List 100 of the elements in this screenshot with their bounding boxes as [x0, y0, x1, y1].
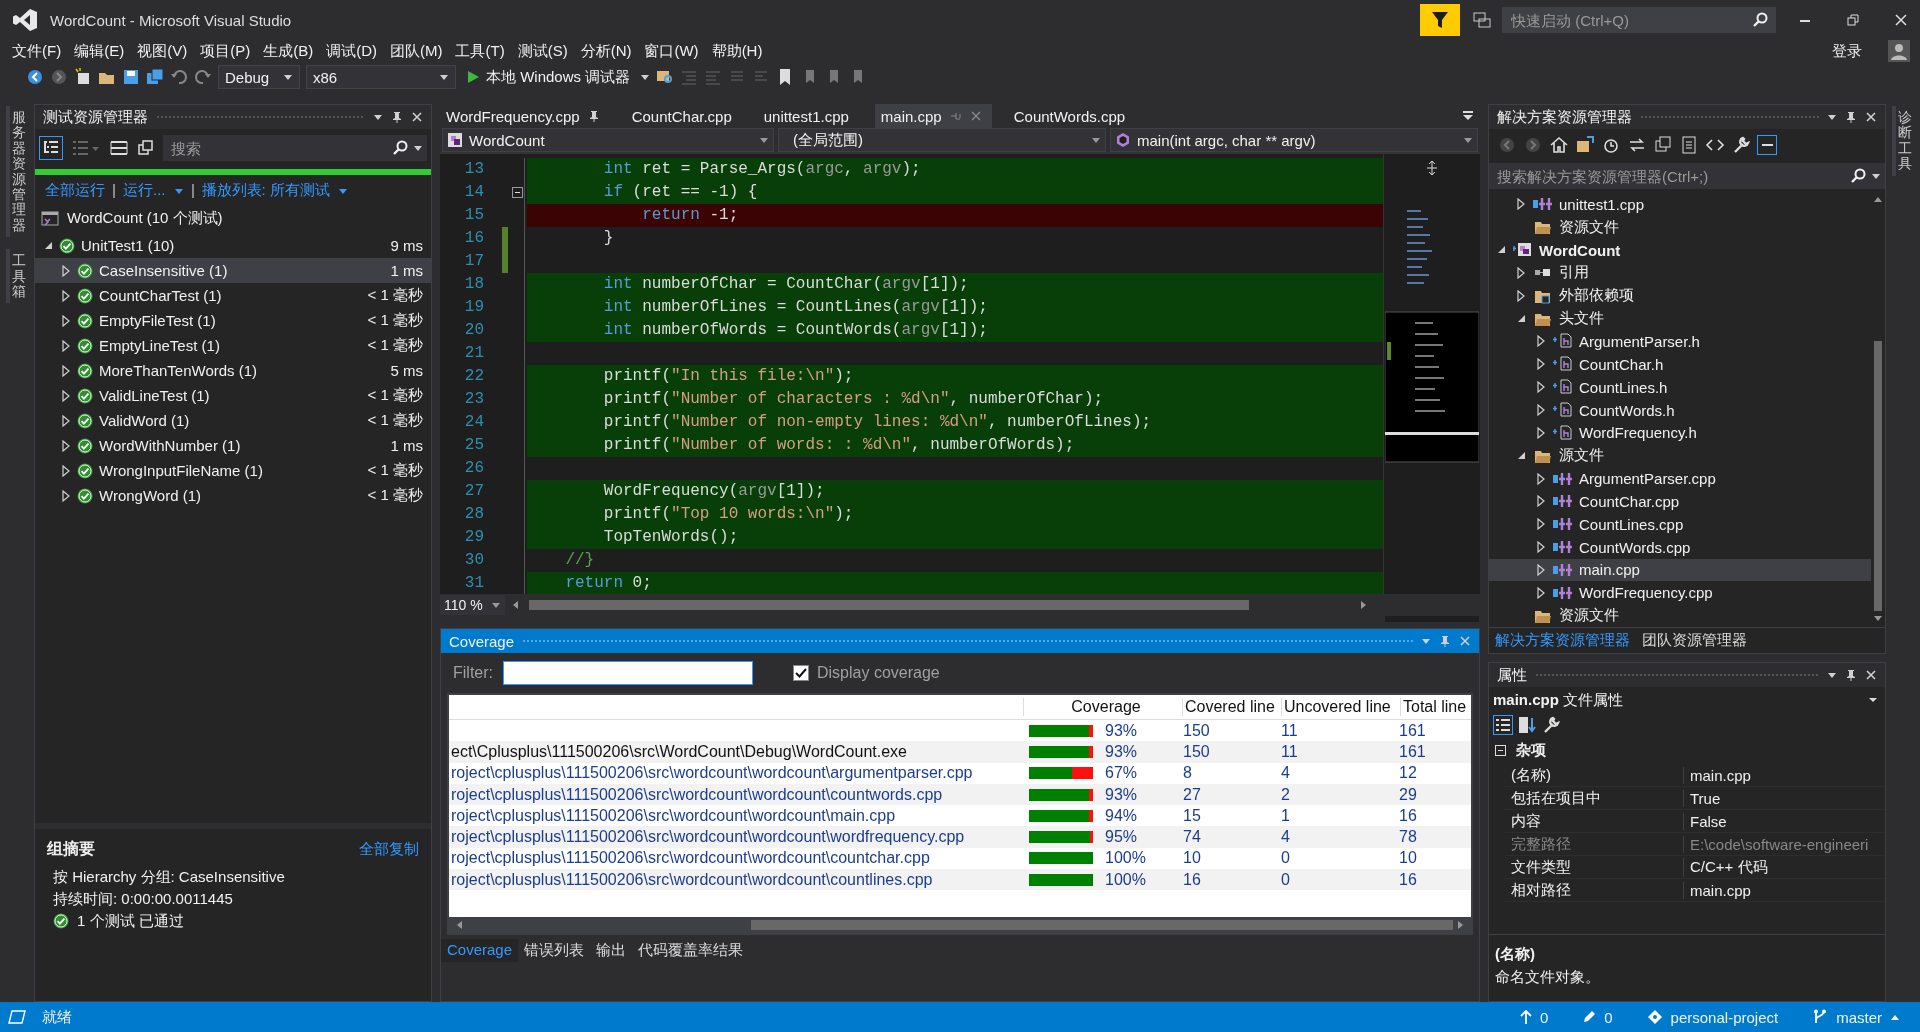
- restore-icon[interactable]: [1846, 13, 1860, 27]
- tree-item[interactable]: main.cpp: [1489, 558, 1871, 582]
- sign-in-link[interactable]: 登录: [1832, 41, 1862, 61]
- tree-item[interactable]: 引用: [1489, 261, 1871, 285]
- tree-item[interactable]: 源文件: [1489, 444, 1871, 468]
- dropdown-icon[interactable]: [373, 112, 383, 122]
- group-by-icon[interactable]: [71, 138, 101, 158]
- collapsed-arrow-icon[interactable]: [61, 389, 71, 402]
- alphabetical-icon[interactable]: [1517, 715, 1537, 735]
- collapsed-arrow-icon[interactable]: [1536, 358, 1546, 371]
- hierarchy-view-icon[interactable]: [39, 136, 63, 160]
- run-link[interactable]: 播放列表: 所有测试: [201, 181, 330, 200]
- redo-icon[interactable]: [194, 68, 212, 86]
- collapsed-arrow-icon[interactable]: [1516, 266, 1526, 279]
- tree-item[interactable]: CountChar.h: [1489, 352, 1871, 376]
- test-row[interactable]: UnitTest1 (10) 9 ms: [35, 233, 431, 258]
- tab-list-icon[interactable]: [1462, 110, 1474, 122]
- split-icon[interactable]: [1424, 160, 1440, 176]
- run-link[interactable]: 全部运行: [45, 181, 105, 200]
- quick-launch-field[interactable]: 快速启动 (Ctrl+Q): [1502, 7, 1776, 33]
- collapsed-arrow-icon[interactable]: [61, 489, 71, 502]
- scroll-up-icon[interactable]: [1873, 195, 1883, 203]
- new-project-icon[interactable]: [74, 68, 92, 86]
- property-value[interactable]: True: [1683, 789, 1885, 807]
- filter-icon[interactable]: [1420, 4, 1460, 36]
- collapsed-arrow-icon[interactable]: [61, 414, 71, 427]
- tree-item[interactable]: CountLines.cpp: [1489, 512, 1871, 536]
- branch-button[interactable]: master: [1812, 1008, 1900, 1026]
- menu-item[interactable]: 团队(M): [384, 41, 450, 61]
- tree-item[interactable]: CountChar.cpp: [1489, 489, 1871, 513]
- test-row[interactable]: WrongWord (1) < 1 毫秒: [35, 483, 431, 508]
- close-icon[interactable]: [1865, 111, 1877, 123]
- test-row[interactable]: CountCharTest (1) < 1 毫秒: [35, 283, 431, 308]
- menu-item[interactable]: 窗口(W): [638, 41, 706, 61]
- tree-item[interactable]: 资源文件: [1489, 215, 1871, 239]
- side-tab[interactable]: 服务器资源管理器: [6, 106, 28, 238]
- tree-item[interactable]: CountWords.cpp: [1489, 535, 1871, 559]
- categorized-icon[interactable]: [1493, 715, 1513, 735]
- home-icon[interactable]: [1549, 135, 1569, 155]
- side-tab[interactable]: 工具箱: [6, 249, 28, 304]
- tree-item[interactable]: ArgumentParser.cpp: [1489, 467, 1871, 490]
- scroll-right-icon[interactable]: [1457, 920, 1465, 930]
- search-icon[interactable]: [1753, 12, 1769, 28]
- property-value[interactable]: C/C++ 代码: [1683, 857, 1885, 877]
- menu-item[interactable]: 编辑(E): [68, 41, 132, 61]
- configuration-dropdown[interactable]: Debug: [218, 65, 300, 89]
- navigation-dropdown[interactable]: WordCount: [442, 128, 774, 152]
- collapsed-arrow-icon[interactable]: [1536, 335, 1546, 348]
- save-icon[interactable]: [122, 68, 140, 86]
- search-field[interactable]: 搜索解决方案资源管理器(Ctrl+;): [1489, 163, 1885, 189]
- menu-item[interactable]: 文件(F): [6, 41, 69, 61]
- collapsed-arrow-icon[interactable]: [61, 289, 71, 302]
- run-link[interactable]: 运行...: [123, 181, 166, 200]
- tree-item[interactable]: WordCount: [1489, 238, 1871, 262]
- tree-item[interactable]: 头文件: [1489, 307, 1871, 331]
- tree-item[interactable]: 外部依赖项: [1489, 284, 1871, 308]
- close-icon[interactable]: [1894, 13, 1908, 27]
- quick-launch-input[interactable]: 快速启动 (Ctrl+Q): [1509, 10, 1753, 30]
- tree-item[interactable]: 资源文件: [1489, 604, 1871, 628]
- start-debugging-button[interactable]: 本地 Windows 调试器: [462, 67, 635, 87]
- object-selector[interactable]: main.cpp 文件属性: [1489, 687, 1885, 713]
- collapsed-arrow-icon[interactable]: [61, 314, 71, 327]
- zoom-dropdown[interactable]: 110 %: [440, 595, 505, 615]
- test-row[interactable]: EmptyLineTest (1) < 1 毫秒: [35, 333, 431, 358]
- property-value[interactable]: main.cpp: [1683, 881, 1885, 899]
- panel-tab[interactable]: Coverage: [441, 939, 519, 962]
- test-row[interactable]: ValidWord (1) < 1 毫秒: [35, 408, 431, 433]
- show-all-files-icon[interactable]: [1679, 135, 1699, 155]
- editor-tab[interactable]: CountChar.cpp: [625, 104, 742, 128]
- menu-item[interactable]: 生成(B): [257, 41, 321, 61]
- save-all-icon[interactable]: [146, 68, 164, 86]
- panel-tab[interactable]: 团队资源管理器: [1636, 628, 1753, 653]
- menu-item[interactable]: 调试(D): [320, 41, 384, 61]
- menu-item[interactable]: 帮助(H): [705, 41, 770, 61]
- collapsed-arrow-icon[interactable]: [1536, 426, 1546, 439]
- collapsed-arrow-icon[interactable]: [1516, 198, 1526, 211]
- dropdown-icon[interactable]: [1827, 112, 1837, 122]
- test-row[interactable]: CaseInsensitive (1) 1 ms: [35, 258, 431, 283]
- test-row[interactable]: ValidLineTest (1) < 1 毫秒: [35, 383, 431, 408]
- editor-tab[interactable]: unittest1.cpp: [757, 104, 859, 128]
- forward-icon[interactable]: [50, 68, 68, 86]
- panel-tab[interactable]: 输出: [590, 939, 633, 962]
- repository-button[interactable]: personal-project: [1646, 1008, 1779, 1026]
- property-value[interactable]: main.cpp: [1683, 766, 1885, 784]
- column-header[interactable]: Uncovered line: [1281, 698, 1400, 716]
- column-header[interactable]: Covered line: [1182, 698, 1281, 716]
- test-row[interactable]: EmptyFileTest (1) < 1 毫秒: [35, 308, 431, 333]
- sync-views-icon[interactable]: [1575, 135, 1595, 155]
- tree-item[interactable]: CountLines.h: [1489, 375, 1871, 399]
- scrollbar-thumb[interactable]: [528, 600, 1249, 610]
- navigation-dropdown[interactable]: main(int argc, char ** argv): [1110, 128, 1478, 152]
- menu-item[interactable]: 分析(N): [574, 41, 639, 61]
- scrollbar-thumb[interactable]: [751, 920, 1453, 930]
- collapsed-arrow-icon[interactable]: [61, 264, 71, 277]
- menu-item[interactable]: 项目(P): [194, 41, 258, 61]
- collapsed-arrow-icon[interactable]: [1536, 541, 1546, 554]
- navigation-dropdown[interactable]: (全局范围): [778, 128, 1106, 152]
- dropdown-icon[interactable]: [413, 143, 423, 153]
- collapsed-arrow-icon[interactable]: [61, 364, 71, 377]
- run-details-icon[interactable]: [109, 138, 129, 158]
